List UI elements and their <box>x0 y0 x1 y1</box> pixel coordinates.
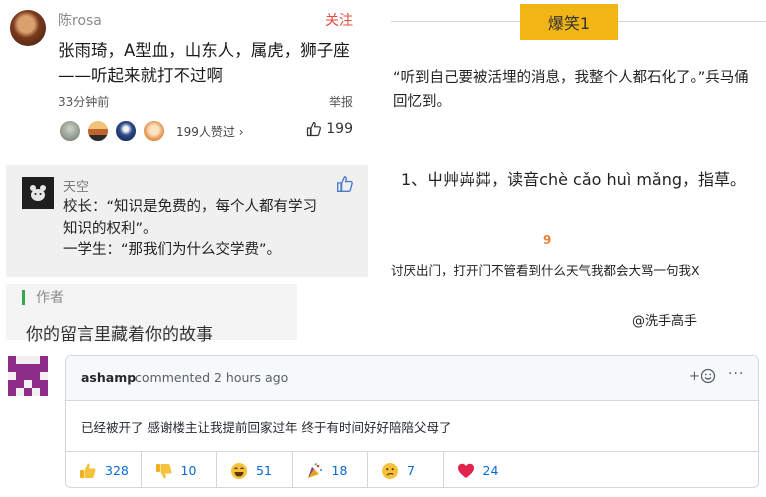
heart-icon <box>457 462 475 480</box>
comment-body: 校长：“知识是免费的，每个人都有学习 知识的权利”。 一学生：“那我们为什么交学… <box>63 197 363 262</box>
more-options-button[interactable]: ··· <box>728 366 744 382</box>
joke-credit: @洗手高手 <box>632 314 698 329</box>
reaction-thumbs-up[interactable]: 328 <box>66 452 142 487</box>
thumbs-up-icon <box>79 462 97 480</box>
reaction-laugh[interactable]: 51 <box>217 452 293 487</box>
accent-bar <box>22 290 25 305</box>
reaction-count: 18 <box>331 463 348 478</box>
joke-text: 讨厌出门，打开门不管看到什么天气我都会大骂一句我X <box>391 263 700 278</box>
likes-link[interactable]: 199人赞过 › <box>176 123 244 140</box>
like-button[interactable] <box>336 175 354 197</box>
avatar[interactable] <box>10 10 46 46</box>
comment-meta: commented 2 hours ago <box>135 370 289 385</box>
section-tag: 爆笑1 <box>520 4 618 40</box>
reaction-count: 10 <box>180 463 197 478</box>
avatar <box>86 119 110 143</box>
comment-time: 33分钟前 <box>58 95 110 109</box>
follow-button[interactable]: 关注 <box>325 10 353 30</box>
comment-author[interactable]: ashamp <box>81 370 136 385</box>
comment-body: 张雨琦，A型血，山东人，属虎，狮子座——听起来就打不过啊 <box>58 41 350 85</box>
identicon-icon <box>8 356 48 396</box>
smiley-icon <box>700 368 716 384</box>
author-label: 作者 <box>36 290 64 306</box>
avatar[interactable] <box>8 356 48 396</box>
thumbs-down-icon <box>155 462 173 480</box>
avatar <box>114 119 138 143</box>
laugh-icon <box>230 462 248 480</box>
thumbs-up-icon <box>337 176 353 192</box>
joke-number: 9 <box>543 233 552 247</box>
comment-line: 校长：“知识是免费的，每个人都有学习 <box>63 199 318 215</box>
reaction-thumbs-down[interactable]: 10 <box>142 452 217 487</box>
add-reaction-button[interactable]: + <box>689 368 716 384</box>
comment-header: ashamp commented 2 hours ago + ··· <box>66 356 758 401</box>
reaction-hooray[interactable]: 18 <box>293 452 368 487</box>
reaction-count: 51 <box>256 463 272 478</box>
plus-icon: + <box>689 368 700 384</box>
comment-body: 已经被开了 感谢楼主让我提前回家过年 终于有时间好好陪陪父母了 <box>81 420 452 435</box>
avatar[interactable] <box>22 177 54 209</box>
github-comment: ashamp commented 2 hours ago + ··· 已经被开了… <box>65 355 759 488</box>
report-button[interactable]: 举报 <box>329 93 353 110</box>
comment-author[interactable]: 天空 <box>63 176 89 195</box>
comment-author[interactable]: 陈rosa <box>58 10 102 30</box>
like-count: 199 <box>326 121 353 137</box>
comment-card: 陈rosa 关注 张雨琦，A型血，山东人，属虎，狮子座——听起来就打不过啊 33… <box>0 0 375 160</box>
reaction-confused[interactable]: 7 <box>368 452 444 487</box>
reaction-count: 7 <box>407 463 415 478</box>
author-reply-card: 作者 你的留言里藏着你的故事 <box>6 284 297 345</box>
hooray-icon <box>306 462 324 480</box>
comment-line: 一学生：“那我们为什么交学费”。 <box>63 242 282 258</box>
bear-icon <box>22 177 54 209</box>
thumbs-up-icon <box>307 121 322 137</box>
reaction-heart[interactable]: 24 <box>444 452 520 487</box>
avatar <box>142 119 166 143</box>
comment-line: 知识的权利”。 <box>63 220 158 237</box>
reaction-count: 24 <box>482 463 499 478</box>
reactions-bar: 328 10 51 18 7 24 <box>66 451 758 487</box>
liker-avatars[interactable] <box>58 119 170 143</box>
avatar <box>58 119 82 143</box>
reaction-count: 328 <box>105 463 129 478</box>
author-reply-text: 你的留言里藏着你的故事 <box>26 325 213 345</box>
like-button[interactable]: 199 <box>306 121 353 137</box>
joke-item: 1、屮艸芔茻，读音chè cǎo huì mǎng，指草。 <box>401 170 747 189</box>
confused-icon <box>381 462 399 480</box>
joke-quote: “听到自己要被活埋的消息，我整个人都石化了。”兵马俑回忆到。 <box>393 70 749 110</box>
sky-comment-card: 天空 校长：“知识是免费的，每个人都有学习 知识的权利”。 一学生：“那我们为什… <box>6 165 368 277</box>
